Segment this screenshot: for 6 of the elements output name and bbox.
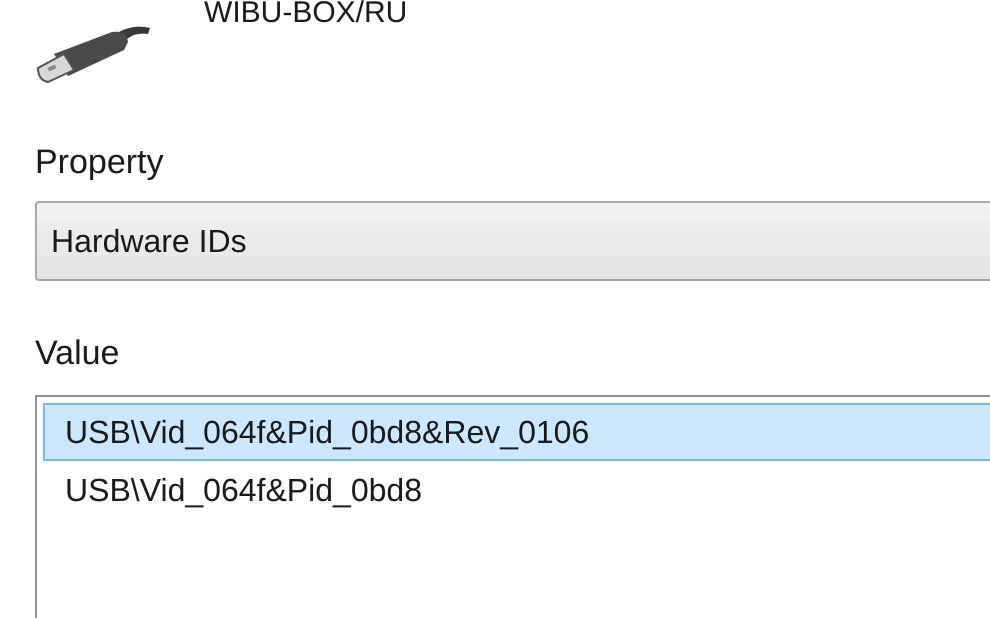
device-name: WIBU-BOX/RU bbox=[204, 0, 408, 28]
property-label: Property bbox=[35, 145, 164, 179]
value-list-item[interactable]: USB\Vid_064f&Pid_0bd8 bbox=[43, 461, 990, 519]
value-label: Value bbox=[35, 336, 120, 370]
property-dropdown[interactable]: Hardware IDs bbox=[35, 201, 990, 281]
value-list-item[interactable]: USB\Vid_064f&Pid_0bd8&Rev_0106 bbox=[43, 403, 990, 461]
